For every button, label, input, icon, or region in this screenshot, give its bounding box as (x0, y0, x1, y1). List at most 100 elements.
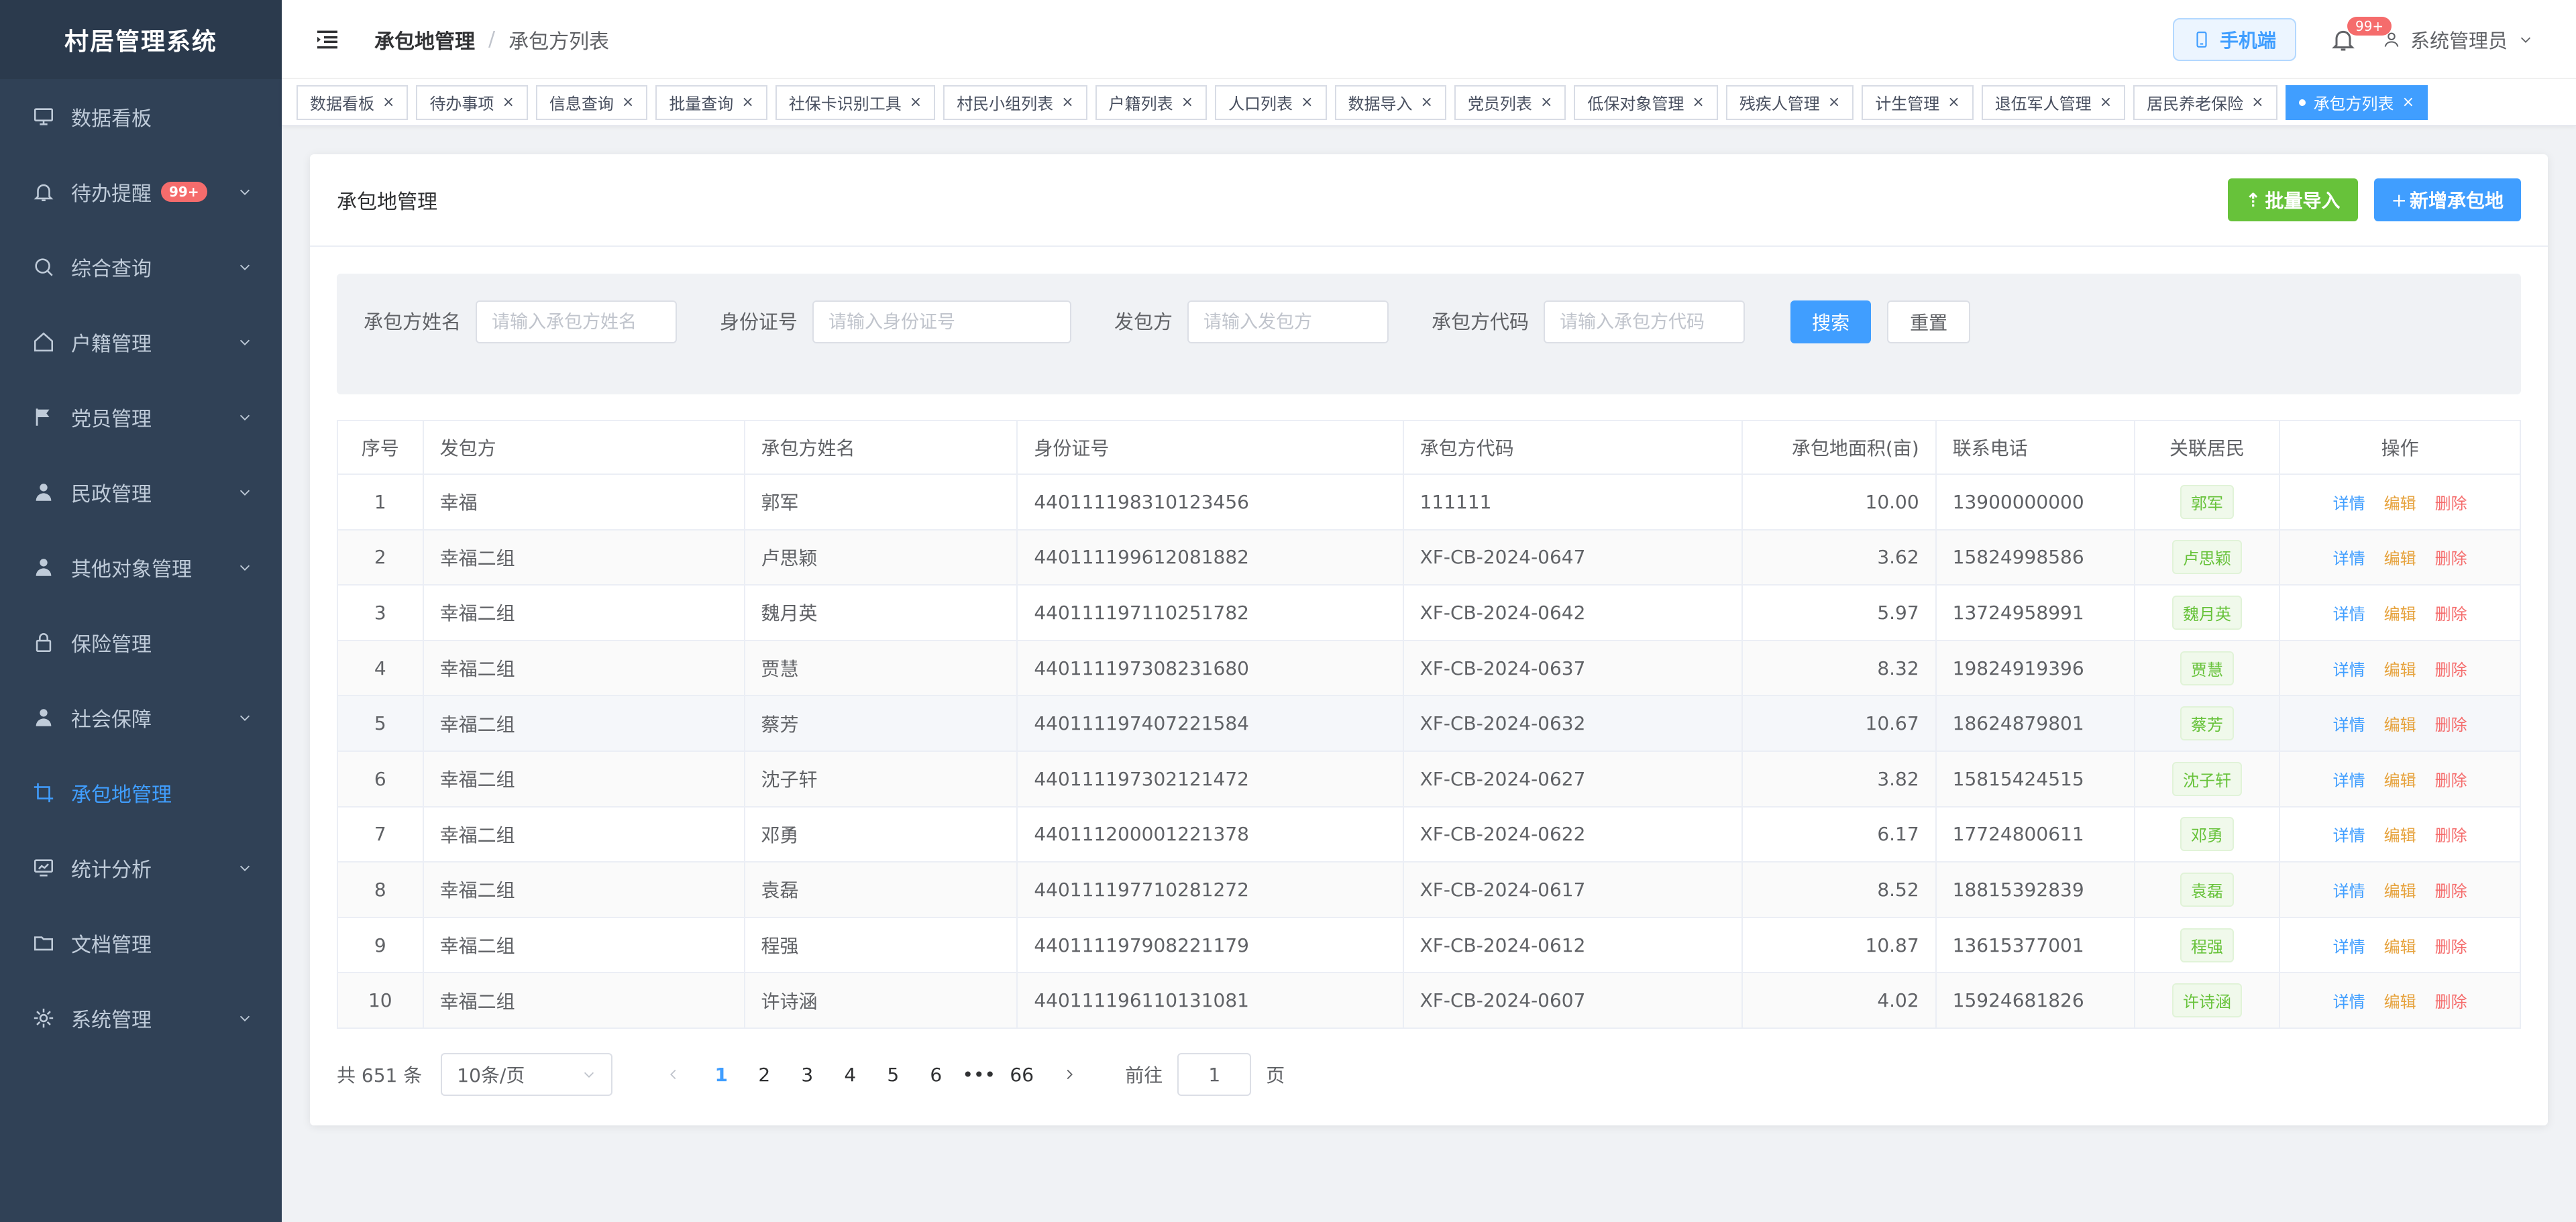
delete-link[interactable]: 删除 (2435, 826, 2467, 845)
sidebar-item[interactable]: 系统管理 (0, 981, 282, 1056)
detail-link[interactable]: 详情 (2333, 993, 2365, 1011)
more-pages-icon[interactable]: ••• (957, 1064, 1000, 1086)
edit-link[interactable]: 编辑 (2384, 716, 2416, 734)
user-menu[interactable]: 系统管理员 (2382, 25, 2533, 54)
tag-item[interactable]: 信息查询 × (535, 85, 648, 120)
table-row[interactable]: 9 幸福二组 程强 440111197908221179 XF-CB-2024-0612… (337, 917, 2521, 974)
tag-item[interactable]: 村民小组列表 × (943, 85, 1087, 120)
sidebar-item[interactable]: 党员管理 (0, 380, 282, 455)
sidebar-item[interactable]: 统计分析 (0, 830, 282, 905)
page-number[interactable]: 2 (743, 1064, 786, 1086)
hamburger-icon[interactable] (314, 26, 341, 53)
edit-link[interactable]: 编辑 (2384, 938, 2416, 956)
edit-link[interactable]: 编辑 (2384, 771, 2416, 790)
page-number[interactable]: 66 (1000, 1064, 1043, 1086)
resident-tag[interactable]: 沈子轩 (2171, 761, 2242, 796)
delete-link[interactable]: 删除 (2435, 494, 2467, 513)
detail-link[interactable]: 详情 (2333, 605, 2365, 624)
resident-tag[interactable]: 蔡芳 (2180, 706, 2234, 741)
page-number[interactable]: 6 (914, 1064, 957, 1086)
delete-link[interactable]: 删除 (2435, 605, 2467, 624)
sidebar-item[interactable]: 承包地管理 (0, 755, 282, 830)
tag-item[interactable]: 计生管理 × (1862, 85, 1974, 120)
resident-tag[interactable]: 卢思颖 (2171, 540, 2242, 575)
table-row[interactable]: 8 幸福二组 袁磊 440111197710281272 XF-CB-2024-0617… (337, 862, 2521, 918)
issuer-input[interactable] (1187, 300, 1389, 343)
close-icon[interactable]: × (1692, 94, 1704, 111)
close-icon[interactable]: × (2402, 94, 2414, 111)
table-row[interactable]: 1 幸福 郭军 440111198310123456 111111 10.00 139000… (337, 474, 2521, 531)
edit-link[interactable]: 编辑 (2384, 605, 2416, 624)
tag-item[interactable]: 数据看板 × (297, 85, 409, 120)
tag-item[interactable]: 数据导入 × (1334, 85, 1446, 120)
sidebar-item[interactable]: 社会保障 (0, 680, 282, 755)
sidebar-item[interactable]: 综合查询 (0, 229, 282, 304)
close-icon[interactable]: × (502, 94, 514, 111)
sidebar-item[interactable]: 数据看板 (0, 79, 282, 154)
reset-button[interactable]: 重置 (1887, 300, 1971, 343)
goto-page-input[interactable] (1177, 1053, 1252, 1096)
close-icon[interactable]: × (382, 94, 394, 111)
table-row[interactable]: 5 幸福二组 蔡芳 440111197407221584 XF-CB-2024-0632… (337, 696, 2521, 752)
tag-item[interactable]: 户籍列表 × (1095, 85, 1208, 120)
sidebar-item[interactable]: 民政管理 (0, 455, 282, 530)
resident-tag[interactable]: 邓勇 (2180, 817, 2234, 852)
contractor-name-input[interactable] (476, 300, 678, 343)
edit-link[interactable]: 编辑 (2384, 549, 2416, 568)
detail-link[interactable]: 详情 (2333, 661, 2365, 679)
delete-link[interactable]: 删除 (2435, 716, 2467, 734)
tag-item[interactable]: 承包方列表 × (2285, 85, 2428, 120)
table-row[interactable]: 10 幸福二组 许诗涵 440111196110131081 XF-CB-2024-06… (337, 973, 2521, 1029)
table-row[interactable]: 7 幸福二组 邓勇 440111200001221378 XF-CB-2024-0622… (337, 806, 2521, 863)
close-icon[interactable]: × (622, 94, 634, 111)
resident-tag[interactable]: 魏月英 (2171, 595, 2242, 630)
resident-tag[interactable]: 许诗涵 (2171, 983, 2242, 1018)
resident-tag[interactable]: 郭军 (2180, 484, 2234, 519)
table-row[interactable]: 3 幸福二组 魏月英 440111197110251782 XF-CB-2024-064… (337, 585, 2521, 641)
sidebar-item[interactable]: 保险管理 (0, 605, 282, 680)
delete-link[interactable]: 删除 (2435, 993, 2467, 1011)
close-icon[interactable]: × (1421, 94, 1433, 111)
tag-item[interactable]: 党员列表 × (1454, 85, 1566, 120)
detail-link[interactable]: 详情 (2333, 549, 2365, 568)
sidebar-item[interactable]: 文档管理 (0, 905, 282, 981)
delete-link[interactable]: 删除 (2435, 661, 2467, 679)
resident-tag[interactable]: 袁磊 (2180, 872, 2234, 907)
table-row[interactable]: 2 幸福二组 卢思颖 440111199612081882 XF-CB-2024-064… (337, 529, 2521, 586)
tag-item[interactable]: 人口列表 × (1215, 85, 1327, 120)
detail-link[interactable]: 详情 (2333, 771, 2365, 790)
close-icon[interactable]: × (2251, 94, 2263, 111)
edit-link[interactable]: 编辑 (2384, 661, 2416, 679)
tag-item[interactable]: 退伍军人管理 × (1981, 85, 2126, 120)
prev-page-icon[interactable] (666, 1067, 681, 1082)
close-icon[interactable]: × (1540, 94, 1552, 111)
tag-item[interactable]: 残疾人管理 × (1725, 85, 1854, 120)
detail-link[interactable]: 详情 (2333, 826, 2365, 845)
contractor-code-input[interactable] (1544, 300, 1746, 343)
detail-link[interactable]: 详情 (2333, 716, 2365, 734)
page-number[interactable]: 3 (786, 1064, 828, 1086)
delete-link[interactable]: 删除 (2435, 771, 2467, 790)
page-number[interactable]: 1 (700, 1064, 743, 1086)
close-icon[interactable]: × (1061, 94, 1073, 111)
close-icon[interactable]: × (2100, 94, 2112, 111)
search-button[interactable]: 搜索 (1790, 300, 1872, 343)
sidebar-item[interactable]: 其他对象管理 (0, 530, 282, 605)
edit-link[interactable]: 编辑 (2384, 826, 2416, 845)
resident-tag[interactable]: 贾慧 (2180, 651, 2234, 685)
resident-tag[interactable]: 程强 (2180, 928, 2234, 962)
close-icon[interactable]: × (910, 94, 922, 111)
delete-link[interactable]: 删除 (2435, 549, 2467, 568)
delete-link[interactable]: 删除 (2435, 882, 2467, 901)
tag-item[interactable]: 社保卡识别工具 × (775, 85, 936, 120)
delete-link[interactable]: 删除 (2435, 938, 2467, 956)
notification-button[interactable]: 99+ (2330, 17, 2392, 53)
tag-item[interactable]: 低保对象管理 × (1574, 85, 1718, 120)
close-icon[interactable]: × (1181, 94, 1193, 111)
page-size-select[interactable]: 10条/页 (441, 1053, 613, 1096)
close-icon[interactable]: × (1947, 94, 1960, 111)
tag-item[interactable]: 居民养老保险 × (2133, 85, 2277, 120)
edit-link[interactable]: 编辑 (2384, 494, 2416, 513)
mobile-button[interactable]: 手机端 (2172, 18, 2296, 61)
detail-link[interactable]: 详情 (2333, 938, 2365, 956)
